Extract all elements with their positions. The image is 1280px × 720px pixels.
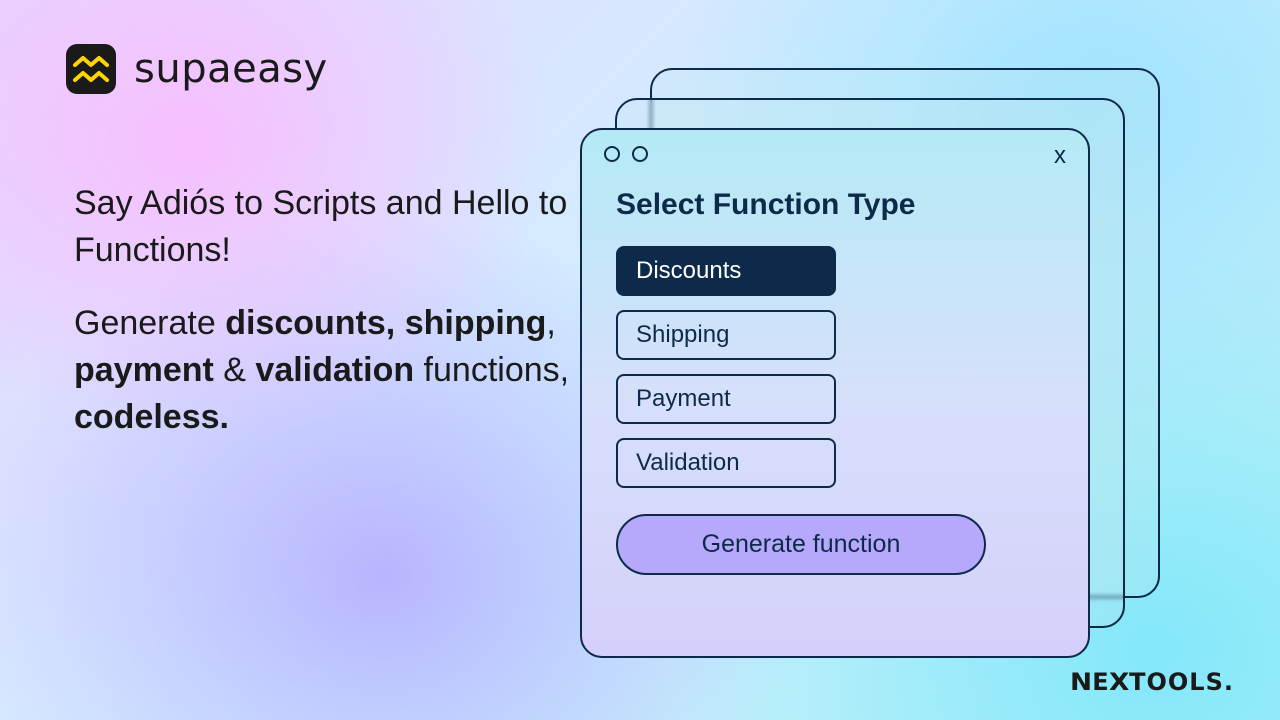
- footer-brand: NEXTOOLS.: [1071, 668, 1234, 696]
- option-shipping[interactable]: Shipping: [616, 310, 836, 360]
- traffic-dot-icon: [604, 146, 620, 162]
- brand-logo-mark: [66, 44, 116, 94]
- window-titlebar: x: [582, 130, 1088, 178]
- window-stack: x Select Function Type Discounts Shippin…: [580, 68, 1160, 648]
- close-icon[interactable]: x: [1054, 142, 1066, 170]
- brand-logo-text: supaeasy: [134, 46, 328, 92]
- option-payment[interactable]: Payment: [616, 374, 836, 424]
- option-validation[interactable]: Validation: [616, 438, 836, 488]
- generate-function-button[interactable]: Generate function: [616, 514, 986, 575]
- hero-line-1: Say Adiós to Scripts and Hello to Functi…: [74, 180, 594, 274]
- window-traffic-lights: [604, 146, 648, 162]
- option-discounts[interactable]: Discounts: [616, 246, 836, 296]
- brand-logo: supaeasy: [66, 44, 328, 94]
- window-body: Select Function Type Discounts Shipping …: [582, 178, 1088, 605]
- traffic-dot-icon: [632, 146, 648, 162]
- hero-line-2: Generate discounts, shipping, payment & …: [74, 300, 594, 441]
- function-window: x Select Function Type Discounts Shippin…: [580, 128, 1090, 658]
- window-title: Select Function Type: [616, 188, 1054, 222]
- hero-copy: Say Adiós to Scripts and Hello to Functi…: [74, 180, 594, 441]
